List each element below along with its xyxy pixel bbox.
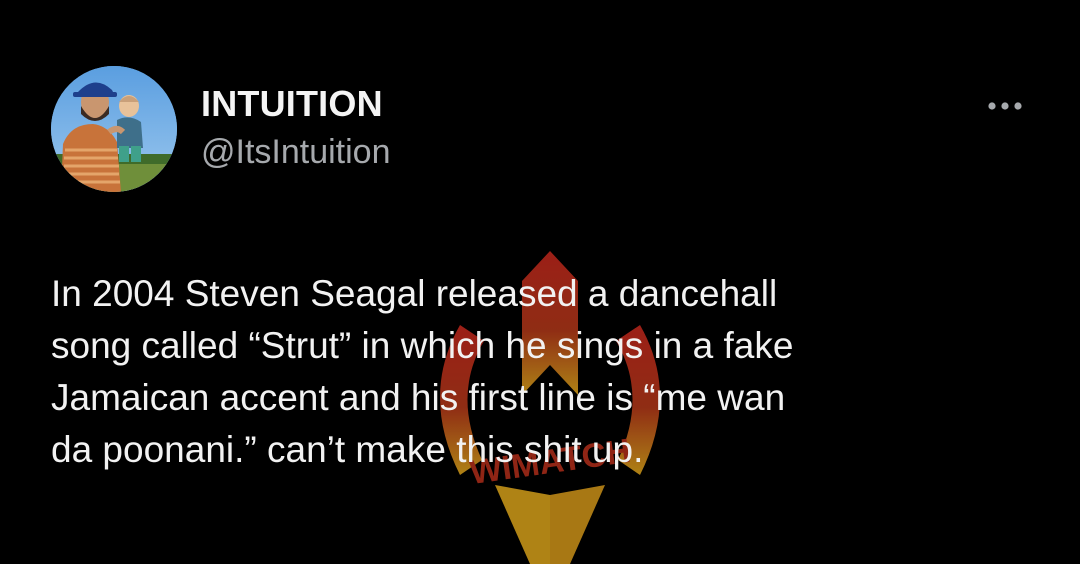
- avatar-image: [51, 66, 177, 192]
- tweet-card: INTUITION @ItsIntuition WIMATCH In 2004 …: [0, 0, 1080, 564]
- tweet-text: In 2004 Steven Seagal released a danceha…: [51, 273, 794, 470]
- more-horizontal-icon: [988, 102, 1022, 110]
- avatar[interactable]: [51, 66, 177, 192]
- user-handle[interactable]: @ItsIntuition: [201, 132, 391, 172]
- display-name[interactable]: INTUITION: [201, 84, 391, 124]
- user-info[interactable]: INTUITION @ItsIntuition: [201, 84, 391, 172]
- more-options-button[interactable]: [983, 92, 1027, 120]
